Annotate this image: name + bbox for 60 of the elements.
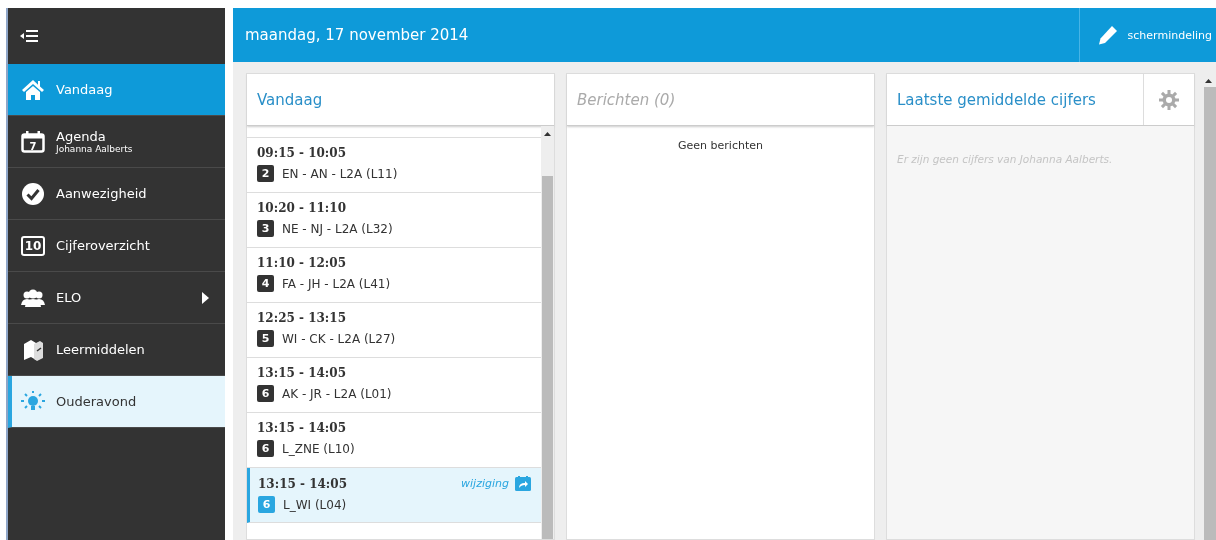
sidebar-item[interactable]: 10 Cijferoverzicht: [8, 220, 225, 272]
lesson-label: WI - CK - L2A (L27): [282, 331, 396, 346]
hour-badge: 3: [257, 220, 274, 237]
settings-icon: [1159, 89, 1179, 110]
sidebar-item[interactable]: Ouderavond: [8, 376, 225, 428]
grade-icon: 10: [20, 235, 46, 256]
lesson-item[interactable]: 12:25 - 13:15 5 WI - CK - L2A (L27): [247, 303, 541, 358]
settings-button[interactable]: [1143, 74, 1194, 125]
caret-icon: [202, 292, 209, 304]
menu-label: Vandaag: [56, 82, 113, 97]
change-label: wijziging: [461, 477, 509, 490]
hour-badge: 6: [257, 385, 274, 402]
menu-label: Ouderavond: [56, 394, 137, 409]
menu-label: Aanwezigheid: [56, 186, 147, 201]
lesson-time: 09:15 - 10:05: [257, 146, 346, 160]
lesson-label: L_WI (L04): [283, 497, 347, 512]
lesson-time: 13:15 - 14:05: [257, 366, 346, 380]
hour-badge: 6: [258, 496, 275, 513]
people-icon: [21, 288, 45, 307]
hour-badge: 2: [257, 165, 274, 182]
panel-title: Vandaag: [256, 90, 323, 109]
panel-title: Laatste gemiddelde cijfers: [896, 90, 1096, 109]
panel-title: Berichten (0): [576, 90, 676, 109]
pencil-icon: [1097, 25, 1118, 45]
lesson-item[interactable]: 11:10 - 12:05 4 FA - JH - L2A (L41): [247, 248, 541, 303]
sidebar-item[interactable]: 7 Agenda Johanna Aalberts: [8, 116, 225, 168]
checkmark-icon: [22, 182, 44, 205]
house-icon: [21, 78, 45, 101]
lesson-label: EN - AN - L2A (L11): [282, 166, 398, 181]
calendar-icon: 7: [21, 130, 45, 153]
menu-sublabel: Johanna Aalberts: [56, 144, 133, 154]
lesson-item[interactable]: 13:15 - 14:05 6 AK - JR - L2A (L01): [247, 358, 541, 413]
lesson-item[interactable]: 09:15 - 10:05 2 EN - AN - L2A (L11): [247, 138, 541, 193]
lesson-time: 13:15 - 14:05: [258, 476, 347, 491]
menu-label: ELO: [56, 290, 82, 305]
scrollbar[interactable]: [541, 126, 554, 539]
lesson-time: 12:25 - 13:15: [257, 311, 346, 325]
lesson-time: 13:15 - 14:05: [257, 421, 346, 435]
sidebar-item[interactable]: Aanwezigheid: [8, 168, 225, 220]
lesson-item[interactable]: 13:15 - 14:05 wijziging 6 L_WI (L04): [247, 468, 541, 523]
collapse-menu-icon[interactable]: [20, 29, 38, 43]
lesson-item[interactable]: 10:20 - 11:10 3 NE - NJ - L2A (L32): [247, 193, 541, 248]
lesson-label: NE - NJ - L2A (L32): [282, 221, 393, 236]
lesson-time: 11:10 - 12:05: [257, 256, 346, 270]
date-title: maandag, 17 november 2014: [244, 26, 469, 44]
menu-label: Agenda: [56, 129, 107, 144]
menu-label: Cijferoverzicht: [56, 238, 150, 253]
lesson-label: L_ZNE (L10): [282, 441, 355, 456]
sidebar-item[interactable]: ELO: [8, 272, 225, 324]
menu-label: Leermiddelen: [56, 342, 145, 357]
scroll-up-icon: [1205, 79, 1212, 83]
empty-message: Geen berichten: [678, 139, 763, 152]
lesson-time: 10:20 - 11:10: [257, 201, 346, 215]
scroll-up-icon: [544, 132, 551, 136]
hour-badge: 6: [257, 440, 274, 457]
lesson-label: FA - JH - L2A (L41): [282, 276, 391, 291]
books-icon: [22, 338, 44, 361]
hour-badge: 5: [257, 330, 274, 347]
lesson-label: AK - JR - L2A (L01): [282, 386, 392, 401]
hour-badge: 4: [257, 275, 274, 292]
